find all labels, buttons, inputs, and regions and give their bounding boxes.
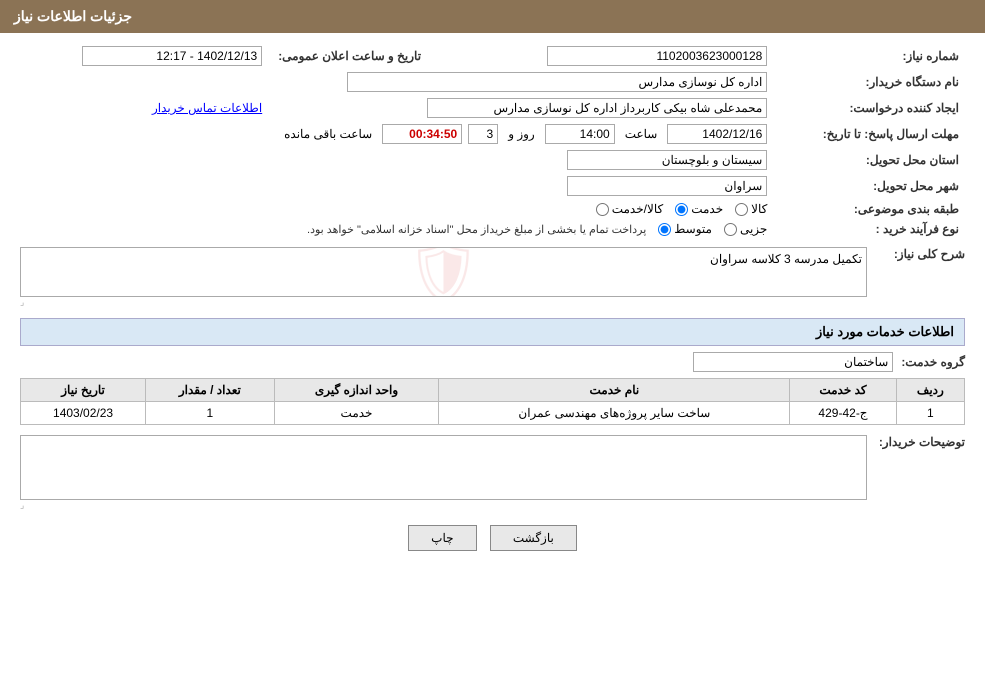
deadline-remaining-label: ساعت باقی مانده	[284, 127, 372, 141]
deadline-days: 3	[468, 124, 498, 144]
need-number-display: 1102003623000128	[547, 46, 767, 66]
requester-label: ایجاد کننده درخواست:	[773, 95, 965, 121]
announce-date-label: تاریخ و ساعت اعلان عمومی:	[268, 43, 473, 69]
col-unit: واحد اندازه گیری	[274, 379, 439, 402]
deadline-label: مهلت ارسال پاسخ: تا تاریخ:	[773, 121, 965, 147]
need-desc-section: شرح کلی نیاز: 🛡 🛡 تکمیل مدرسه 3 کلاسه سر…	[20, 247, 965, 308]
category-khedmat-radio[interactable]	[675, 203, 688, 216]
col-date: تاریخ نیاز	[21, 379, 146, 402]
deadline-time-label: ساعت	[625, 127, 658, 141]
category-label: طبقه بندی موضوعی:	[773, 199, 965, 219]
city-value: سراوان	[567, 176, 767, 196]
deadline-date: 1402/12/16	[667, 124, 767, 144]
table-cell-code: ج-42-429	[790, 402, 896, 425]
buyer-notes-section: توضیحات خریدار: ⌟	[20, 435, 965, 511]
category-radio-group: کالا خدمت کالا/خدمت	[596, 202, 768, 216]
services-table: ردیف کد خدمت نام خدمت واحد اندازه گیری ت…	[20, 378, 965, 425]
announce-date-value: 1402/12/13 - 12:17	[20, 43, 268, 69]
deadline-remaining: 00:34:50	[382, 124, 462, 144]
resize-indicator: ⌟	[20, 297, 867, 308]
buyer-org-value: اداره کل نوسازی مدارس	[347, 72, 767, 92]
deadline-days-label: روز و	[508, 127, 535, 141]
row-province: استان محل تحویل: سیستان و بلوچستان	[20, 147, 965, 173]
row-need-number: شماره نیاز: 1102003623000128 تاریخ و ساع…	[20, 43, 965, 69]
table-cell-quantity: 1	[146, 402, 274, 425]
purchase-jozei-label: جزیی	[740, 222, 767, 236]
svg-text:🛡: 🛡	[405, 247, 481, 297]
contact-link[interactable]: اطلاعات تماس خریدار	[152, 101, 262, 115]
category-option-kala: کالا	[735, 202, 767, 216]
province-label: استان محل تحویل:	[773, 147, 965, 173]
page-title: جزئیات اطلاعات نیاز	[14, 8, 132, 24]
requester-value: محمدعلی شاه بیکی کاربرداز اداره کل نوساز…	[427, 98, 767, 118]
purchase-motevaset-radio[interactable]	[658, 223, 671, 236]
category-kala-khedmat-radio[interactable]	[596, 203, 609, 216]
category-kala-khedmat-label: کالا/خدمت	[612, 202, 663, 216]
row-category: طبقه بندی موضوعی: کالا خدمت کالا/خدمت	[20, 199, 965, 219]
purchase-type-note: پرداخت تمام یا بخشی از مبلغ خریداز محل "…	[307, 223, 646, 236]
category-kala-radio[interactable]	[735, 203, 748, 216]
purchase-motevaset-label: متوسط	[674, 222, 712, 236]
col-row: ردیف	[896, 379, 964, 402]
row-city: شهر محل تحویل: سراوان	[20, 173, 965, 199]
announce-date-display: 1402/12/13 - 12:17	[82, 46, 262, 66]
page-wrapper: جزئیات اطلاعات نیاز شماره نیاز: 11020036…	[0, 0, 985, 691]
buyer-org-label: نام دستگاه خریدار:	[773, 69, 965, 95]
row-buyer-org: نام دستگاه خریدار: اداره کل نوسازی مدارس	[20, 69, 965, 95]
notes-resize-indicator: ⌟	[20, 500, 867, 511]
back-button[interactable]: بازگشت	[490, 525, 577, 551]
purchase-jozei-radio[interactable]	[724, 223, 737, 236]
province-value: سیستان و بلوچستان	[567, 150, 767, 170]
deadline-row: 1402/12/16 ساعت 14:00 روز و 3 00:34:50 س…	[26, 124, 767, 144]
row-requester: ایجاد کننده درخواست: محمدعلی شاه بیکی کا…	[20, 95, 965, 121]
page-header: جزئیات اطلاعات نیاز	[0, 0, 985, 33]
row-purchase-type: نوع فرآیند خرید : جزیی متوسط پرداخت تمام…	[20, 219, 965, 239]
service-group-label: گروه خدمت:	[901, 355, 965, 369]
buyer-notes-container: ⌟	[20, 435, 867, 511]
services-section-title: اطلاعات خدمات مورد نیاز	[20, 318, 965, 346]
content-area: شماره نیاز: 1102003623000128 تاریخ و ساع…	[0, 33, 985, 571]
service-group-row: گروه خدمت: ساختمان	[20, 352, 965, 372]
category-option-kala-khedmat: کالا/خدمت	[596, 202, 663, 216]
service-group-value: ساختمان	[693, 352, 893, 372]
deadline-time: 14:00	[545, 124, 615, 144]
need-desc-box: 🛡 🛡 تکمیل مدرسه 3 کلاسه سراوان	[20, 247, 867, 297]
purchase-type-motevaset: متوسط	[658, 222, 712, 236]
buyer-notes-box	[20, 435, 867, 500]
buyer-notes-label: توضیحات خریدار:	[875, 435, 965, 449]
row-deadline: مهلت ارسال پاسخ: تا تاریخ: 1402/12/16 سا…	[20, 121, 965, 147]
purchase-type-row: جزیی متوسط پرداخت تمام یا بخشی از مبلغ خ…	[26, 222, 767, 236]
need-desc-container: 🛡 🛡 تکمیل مدرسه 3 کلاسه سراوان ⌟	[20, 247, 867, 308]
print-button[interactable]: چاپ	[408, 525, 476, 551]
need-desc-value: تکمیل مدرسه 3 کلاسه سراوان	[710, 252, 862, 266]
col-name: نام خدمت	[439, 379, 790, 402]
category-kala-label: کالا	[751, 202, 767, 216]
col-code: کد خدمت	[790, 379, 896, 402]
table-cell-name: ساخت سایر پروژه‌های مهندسی عمران	[439, 402, 790, 425]
city-label: شهر محل تحویل:	[773, 173, 965, 199]
col-quantity: تعداد / مقدار	[146, 379, 274, 402]
services-table-body: 1ج-42-429ساخت سایر پروژه‌های مهندسی عمرا…	[21, 402, 965, 425]
watermark-logo: 🛡	[394, 247, 494, 297]
need-number-label: شماره نیاز:	[773, 43, 965, 69]
table-cell-date: 1403/02/23	[21, 402, 146, 425]
category-khedmat-label: خدمت	[691, 202, 723, 216]
table-cell-unit: خدمت	[274, 402, 439, 425]
table-cell-row: 1	[896, 402, 964, 425]
table-row: 1ج-42-429ساخت سایر پروژه‌های مهندسی عمرا…	[21, 402, 965, 425]
main-info-table: شماره نیاز: 1102003623000128 تاریخ و ساع…	[20, 43, 965, 239]
services-table-head: ردیف کد خدمت نام خدمت واحد اندازه گیری ت…	[21, 379, 965, 402]
category-option-khedmat: خدمت	[675, 202, 723, 216]
purchase-type-jozei: جزیی	[724, 222, 767, 236]
need-desc-label: شرح کلی نیاز:	[875, 247, 965, 261]
purchase-type-label: نوع فرآیند خرید :	[773, 219, 965, 239]
button-group: بازگشت چاپ	[20, 525, 965, 551]
services-table-header-row: ردیف کد خدمت نام خدمت واحد اندازه گیری ت…	[21, 379, 965, 402]
need-number-value: 1102003623000128	[474, 43, 774, 69]
